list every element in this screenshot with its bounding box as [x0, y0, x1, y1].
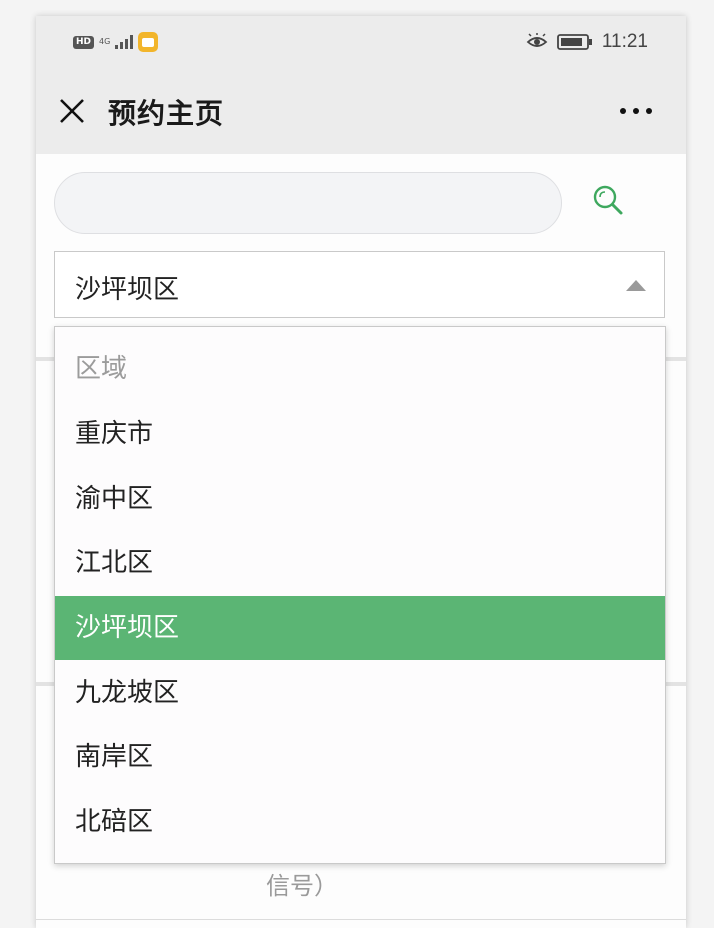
- background-divider: [666, 682, 686, 686]
- search-icon[interactable]: [591, 183, 627, 219]
- status-left: HD 4G: [73, 32, 159, 52]
- background-divider: [36, 357, 54, 361]
- status-bar: HD 4G 11:21: [36, 16, 686, 72]
- search-input[interactable]: [54, 172, 562, 234]
- dropdown-option-header: 区域: [75, 354, 128, 384]
- main-content: 沙坪坝区 信号） 区域 重庆市 渝中区 江北区 沙坪坝区 九龙坡区 南岸区 北碚…: [36, 154, 686, 928]
- clock-time: 11:21: [601, 31, 648, 52]
- dropdown-option[interactable]: 渝中区: [55, 467, 665, 531]
- dropdown-option[interactable]: 重庆市: [55, 402, 665, 466]
- background-divider: [666, 357, 686, 361]
- nav-header: 预约主页: [36, 72, 686, 154]
- phone-screen: HD 4G 11:21 预约主页 沙坪坝区 信号） 区域 重庆市 渝中区 江北区…: [36, 16, 686, 928]
- eye-comfort-icon: [526, 33, 548, 47]
- dropdown-option-selected[interactable]: 沙坪坝区: [55, 596, 665, 660]
- more-options-icon[interactable]: [620, 108, 652, 114]
- dropdown-option[interactable]: 江北区: [55, 531, 665, 595]
- network-type: 4G: [99, 37, 111, 46]
- caret-up-icon: [626, 280, 646, 291]
- district-dropdown-list: 区域 重庆市 渝中区 江北区 沙坪坝区 九龙坡区 南岸区 北碚区: [54, 326, 666, 864]
- status-right: 11:21: [526, 31, 648, 53]
- dropdown-option[interactable]: 九龙坡区: [55, 661, 665, 725]
- close-icon[interactable]: [58, 97, 86, 125]
- district-select[interactable]: 沙坪坝区: [54, 251, 665, 318]
- background-divider: [36, 682, 54, 686]
- signal-icon: [115, 35, 134, 49]
- notification-app-icon: [138, 32, 159, 52]
- page-title: 预约主页: [108, 97, 225, 130]
- hd-badge: HD: [73, 35, 95, 49]
- background-partial-text: 信号）: [266, 872, 338, 900]
- dropdown-option[interactable]: 南岸区: [55, 725, 665, 789]
- district-select-value: 沙坪坝区: [75, 275, 180, 305]
- background-bottom-divider: [36, 919, 686, 920]
- battery-icon: [556, 34, 592, 50]
- dropdown-option[interactable]: 北碚区: [55, 790, 665, 854]
